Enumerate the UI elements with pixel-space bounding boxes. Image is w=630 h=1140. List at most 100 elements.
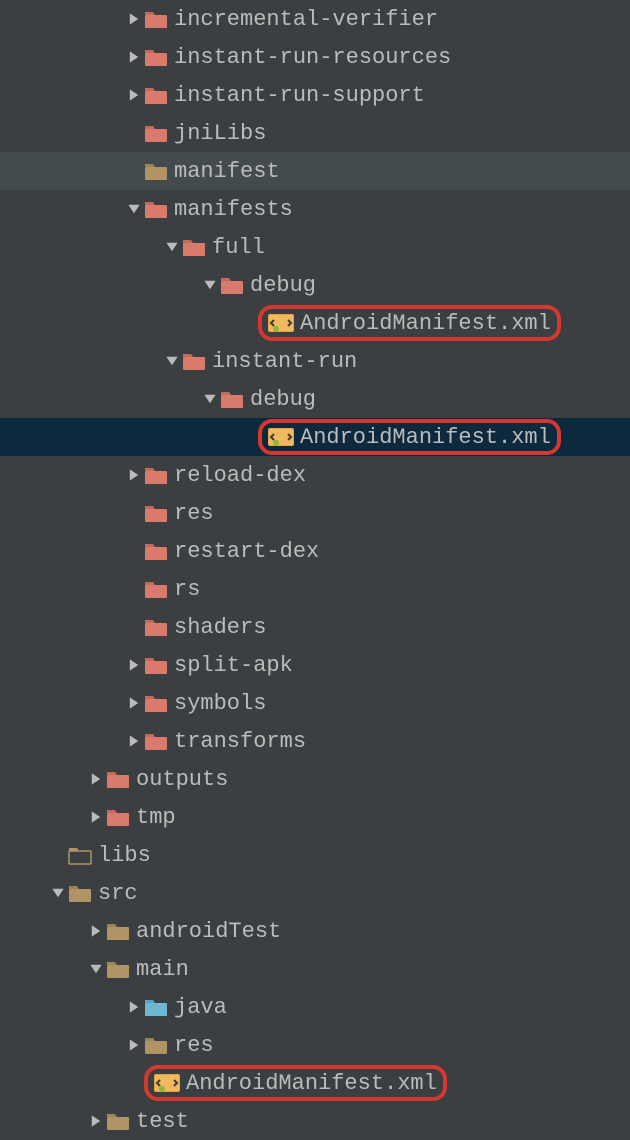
folder-item[interactable]: main [0, 950, 630, 988]
folder-icon [106, 769, 130, 789]
folder-item[interactable]: shaders [0, 608, 630, 646]
chevron-down-icon[interactable] [162, 354, 182, 368]
folder-icon [106, 1111, 130, 1131]
folder-item[interactable]: outputs [0, 760, 630, 798]
chevron-right-icon[interactable] [124, 12, 144, 26]
folder-item[interactable]: reload-dex [0, 456, 630, 494]
chevron-down-icon[interactable] [48, 886, 68, 900]
chevron-down-icon[interactable] [200, 278, 220, 292]
chevron-down-icon[interactable] [162, 240, 182, 254]
item-label: shaders [174, 615, 266, 640]
item-label: full [212, 235, 265, 260]
item-label: symbols [174, 691, 266, 716]
folder-item[interactable]: debug [0, 266, 630, 304]
chevron-right-icon[interactable] [124, 468, 144, 482]
folder-item[interactable]: res [0, 494, 630, 532]
chevron-right-icon[interactable] [124, 734, 144, 748]
folder-icon [144, 9, 168, 29]
folder-icon [182, 237, 206, 257]
item-label: instant-run-support [174, 83, 425, 108]
item-label: manifests [174, 197, 293, 222]
item-label: libs [98, 843, 151, 868]
folder-item[interactable]: rs [0, 570, 630, 608]
file-item[interactable]: AndroidManifest.xml [0, 304, 630, 342]
chevron-right-icon[interactable] [86, 924, 106, 938]
folder-item[interactable]: instant-run [0, 342, 630, 380]
folder-item[interactable]: incremental-verifier [0, 0, 630, 38]
item-label: main [136, 957, 189, 982]
highlight-annotation: AndroidManifest.xml [258, 305, 561, 341]
folder-icon [144, 655, 168, 675]
item-label: outputs [136, 767, 228, 792]
folder-item[interactable]: jniLibs [0, 114, 630, 152]
folder-item[interactable]: split-apk [0, 646, 630, 684]
folder-icon [144, 541, 168, 561]
folder-icon [68, 845, 92, 865]
item-label: manifest [174, 159, 280, 184]
folder-icon [144, 693, 168, 713]
item-label: androidTest [136, 919, 281, 944]
chevron-right-icon[interactable] [124, 658, 144, 672]
chevron-down-icon[interactable] [86, 962, 106, 976]
item-label: debug [250, 387, 316, 412]
item-label: reload-dex [174, 463, 306, 488]
folder-item[interactable]: transforms [0, 722, 630, 760]
item-label: test [136, 1109, 189, 1134]
folder-icon [106, 807, 130, 827]
folder-item[interactable]: manifest [0, 152, 630, 190]
item-label: transforms [174, 729, 306, 754]
item-label: restart-dex [174, 539, 319, 564]
folder-icon [144, 503, 168, 523]
folder-item[interactable]: symbols [0, 684, 630, 722]
item-label: tmp [136, 805, 176, 830]
folder-item[interactable]: debug [0, 380, 630, 418]
folder-icon [144, 1035, 168, 1055]
folder-item[interactable]: test [0, 1102, 630, 1140]
folder-item[interactable]: instant-run-support [0, 76, 630, 114]
folder-item[interactable]: manifests [0, 190, 630, 228]
folder-icon [106, 921, 130, 941]
folder-item[interactable]: libs [0, 836, 630, 874]
folder-icon [106, 959, 130, 979]
chevron-right-icon[interactable] [124, 1038, 144, 1052]
item-label: AndroidManifest.xml [300, 311, 551, 336]
xml-file-icon [268, 426, 294, 448]
file-item[interactable]: AndroidManifest.xml [0, 1064, 630, 1102]
folder-item[interactable]: androidTest [0, 912, 630, 950]
folder-icon [144, 731, 168, 751]
folder-icon [144, 465, 168, 485]
folder-icon [144, 85, 168, 105]
folder-icon [68, 883, 92, 903]
chevron-right-icon[interactable] [86, 810, 106, 824]
folder-icon [220, 275, 244, 295]
folder-item[interactable]: restart-dex [0, 532, 630, 570]
item-label: rs [174, 577, 200, 602]
folder-item[interactable]: src [0, 874, 630, 912]
folder-icon [144, 997, 168, 1017]
folder-item[interactable]: instant-run-resources [0, 38, 630, 76]
chevron-right-icon[interactable] [124, 1000, 144, 1014]
file-item[interactable]: AndroidManifest.xml [0, 418, 630, 456]
chevron-down-icon[interactable] [124, 202, 144, 216]
folder-item[interactable]: tmp [0, 798, 630, 836]
folder-item[interactable]: java [0, 988, 630, 1026]
xml-file-icon [268, 312, 294, 334]
item-label: res [174, 501, 214, 526]
item-label: AndroidManifest.xml [300, 425, 551, 450]
chevron-down-icon[interactable] [200, 392, 220, 406]
folder-item[interactable]: res [0, 1026, 630, 1064]
item-label: jniLibs [174, 121, 266, 146]
folder-icon [144, 199, 168, 219]
folder-item[interactable]: full [0, 228, 630, 266]
project-tree: incremental-verifierinstant-run-resource… [0, 0, 630, 1140]
folder-icon [144, 161, 168, 181]
chevron-right-icon[interactable] [124, 88, 144, 102]
item-label: res [174, 1033, 214, 1058]
chevron-right-icon[interactable] [124, 50, 144, 64]
item-label: java [174, 995, 227, 1020]
chevron-right-icon[interactable] [124, 696, 144, 710]
item-label: debug [250, 273, 316, 298]
item-label: src [98, 881, 138, 906]
chevron-right-icon[interactable] [86, 772, 106, 786]
chevron-right-icon[interactable] [86, 1114, 106, 1128]
